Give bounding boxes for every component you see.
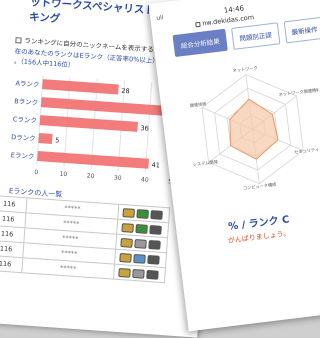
- rank-list-table: 116 ***** 116 ***** 116 ***** 116 ***** 116 *****: [0, 195, 170, 283]
- category-label: Eランク: [11, 151, 35, 161]
- tab-overall-analysis[interactable]: 総合分析結果: [172, 28, 228, 58]
- badge-icon: [122, 207, 136, 218]
- bar-value-label: 28: [121, 87, 130, 96]
- radar-value-area: [229, 98, 279, 160]
- rank-number: 116: [0, 210, 26, 228]
- badge-icon: [121, 222, 134, 233]
- badge-icon: [119, 252, 132, 263]
- radar-axis-label: システム開発: [192, 158, 218, 168]
- skill-radar-chart: ネットワーク ネットワーク関連情報 セキュリティ コンピュータ構成 システム開発 開発技術: [174, 46, 320, 216]
- bar: [38, 133, 53, 144]
- rank-number: 116: [0, 195, 27, 213]
- status-time: 14:46: [223, 4, 245, 15]
- radar-axis-label: ネットワーク関連情報: [278, 86, 320, 98]
- bar: [40, 97, 167, 116]
- x-tick-label: 30: [114, 174, 122, 182]
- tab-latest[interactable]: 最新操作: [283, 16, 320, 44]
- rank-number: 116: [0, 255, 23, 273]
- bar-value-label: 36: [140, 124, 149, 133]
- category-label: Bランク: [14, 97, 38, 107]
- bar-value-label: 41: [151, 161, 160, 170]
- badge-icon: [133, 253, 146, 264]
- badge-icon: [118, 267, 131, 278]
- badge-icon: [146, 269, 159, 280]
- badge-icon: [148, 239, 161, 250]
- nickname-checkbox[interactable]: [15, 37, 22, 44]
- badge-icon: [150, 209, 163, 220]
- category-label: Dランク: [11, 133, 36, 143]
- bar: [42, 79, 119, 95]
- badge-icon: [134, 238, 147, 249]
- badge-icon: [132, 268, 145, 279]
- badge-icon: [120, 237, 133, 248]
- radar-axis-label: コンピュータ構成: [243, 181, 277, 192]
- badge-icon: [136, 208, 149, 219]
- badge-group: [113, 264, 166, 283]
- badge-icon: [135, 223, 148, 234]
- badge-icon: [147, 254, 160, 265]
- category-label: Cランク: [13, 115, 38, 125]
- signal-indicator: ull: [155, 14, 164, 23]
- x-tick-label: 0: [34, 169, 38, 176]
- category-label: Aランク: [15, 79, 39, 89]
- badge-icon: [149, 224, 162, 235]
- x-tick-label: 20: [87, 172, 95, 180]
- bar-value-label: 5: [55, 136, 60, 144]
- radar-axis-label: ネットワーク: [232, 65, 258, 74]
- radar-axis-label: 開発技術: [189, 100, 206, 109]
- bar: [39, 115, 138, 132]
- bar: [37, 151, 150, 169]
- x-tick-label: 40: [141, 176, 149, 184]
- rank-number: 116: [0, 240, 24, 258]
- rank-number: 116: [0, 225, 25, 243]
- lock-icon: [195, 21, 201, 27]
- tab-per-question[interactable]: 問題別正誤: [231, 22, 280, 50]
- x-tick-label: 10: [59, 171, 67, 179]
- skill-radar-chart-svg: ネットワークネットワーク関連情報セキュリティコンピュータ構成システム開発開発技術: [189, 65, 320, 192]
